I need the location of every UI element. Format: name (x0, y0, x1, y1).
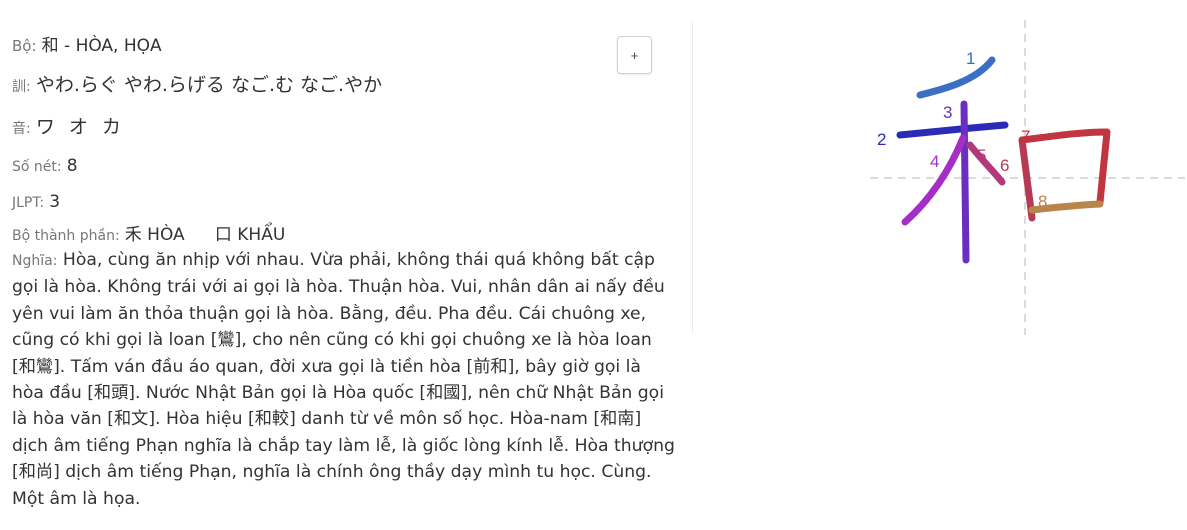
stroke-number-5: 5 (977, 146, 986, 165)
jlpt-label: JLPT: (12, 195, 45, 211)
stroke-6 (1018, 136, 1036, 222)
stroke-number-2: 2 (877, 130, 886, 149)
kun-reading-row: 訓: やわ.らぐ やわ.らげる なご.む なご.やか (12, 70, 382, 97)
jlpt-value: 3 (49, 192, 61, 212)
stroke-number-8: 8 (1038, 192, 1047, 211)
stroke-order-diagram: 1 2 3 4 5 6 7 8 (870, 20, 1185, 335)
stroke-number-4: 4 (930, 152, 939, 171)
on-label: 音: (12, 121, 31, 137)
stroke-3 (960, 100, 970, 264)
stroke-number-3: 3 (943, 103, 952, 122)
component-item[interactable]: 口 KHẨU (215, 225, 285, 245)
on-reading: ワ オ カ (35, 116, 125, 138)
stroke-count-row: Số nét: 8 (12, 156, 78, 176)
stroke-number-6: 6 (1000, 156, 1009, 175)
add-button[interactable]: + (617, 36, 652, 74)
jlpt-row: JLPT: 3 (12, 192, 60, 212)
components-label: Bộ thành phần: (12, 228, 120, 244)
stroke-count-value: 8 (66, 156, 78, 176)
stroke-count-label: Số nét: (12, 159, 62, 175)
component-item[interactable]: 禾 HÒA (125, 225, 185, 245)
stroke-1 (916, 56, 996, 99)
meaning-label: Nghĩa: (12, 253, 58, 269)
radical-value: 和 - HÒA, HỌA (41, 36, 162, 56)
stroke-4 (901, 134, 967, 226)
meaning-block: Nghĩa: Hòa, cùng ăn nhịp với nhau. Vừa p… (12, 247, 677, 512)
stroke-number-1: 1 (966, 49, 975, 68)
stroke-7 (1018, 128, 1111, 206)
kun-reading: やわ.らぐ やわ.らげる なご.む なご.やか (35, 74, 383, 96)
radical-row: Bộ: 和 - HÒA, HỌA (12, 31, 162, 56)
kun-label: 訓: (12, 79, 31, 95)
meaning-text: Hòa, cùng ăn nhịp với nhau. Vừa phải, kh… (12, 250, 675, 509)
divider (692, 22, 693, 334)
stroke-number-7: 7 (1021, 127, 1030, 146)
on-reading-row: 音: ワ オ カ (12, 112, 125, 139)
components-row: Bộ thành phần: 禾 HÒA 口 KHẨU (12, 220, 285, 245)
radical-label: Bộ: (12, 37, 37, 55)
stroke-2 (896, 121, 1009, 139)
